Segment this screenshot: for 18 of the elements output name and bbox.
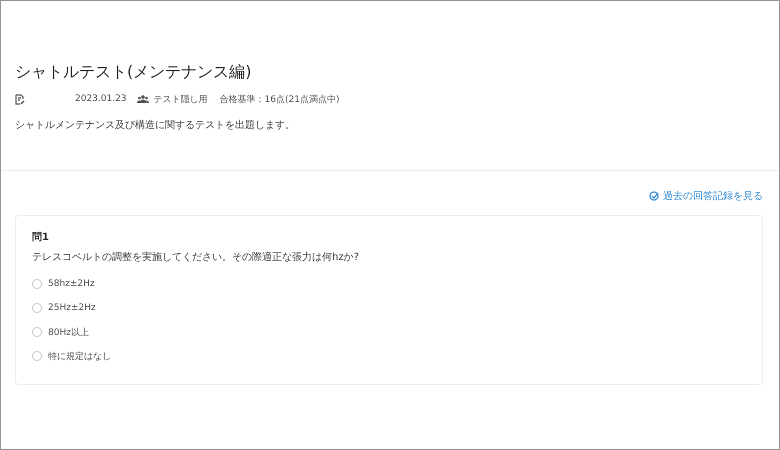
answer-option[interactable]: 58hz±2Hz	[32, 276, 746, 292]
pass-criteria: 合格基準：16点(21点満点中)	[220, 94, 340, 106]
radio-button[interactable]	[32, 327, 42, 337]
people-icon	[136, 95, 149, 103]
test-title: シャトルテスト(メンテナンス編)	[15, 61, 252, 83]
answer-option[interactable]: 80Hz以上	[32, 324, 746, 340]
check-circle-icon	[649, 191, 659, 201]
test-date: 2023.01.23	[75, 94, 127, 104]
edit-document-icon	[15, 94, 25, 104]
answer-option[interactable]: 25Hz±2Hz	[32, 300, 746, 316]
answer-option[interactable]: 特に規定はなし	[32, 348, 746, 364]
radio-button[interactable]	[32, 351, 42, 361]
radio-button[interactable]	[32, 279, 42, 289]
test-group: テスト隠し用	[154, 92, 208, 106]
question-text: テレスコベルトの調整を実施してください。その際適正な張力は何hzか?	[32, 250, 360, 264]
test-description: シャトルメンテナンス及び構造に関するテストを出題します。	[15, 118, 296, 132]
question-number: 問1	[32, 230, 50, 244]
radio-button[interactable]	[32, 303, 42, 313]
